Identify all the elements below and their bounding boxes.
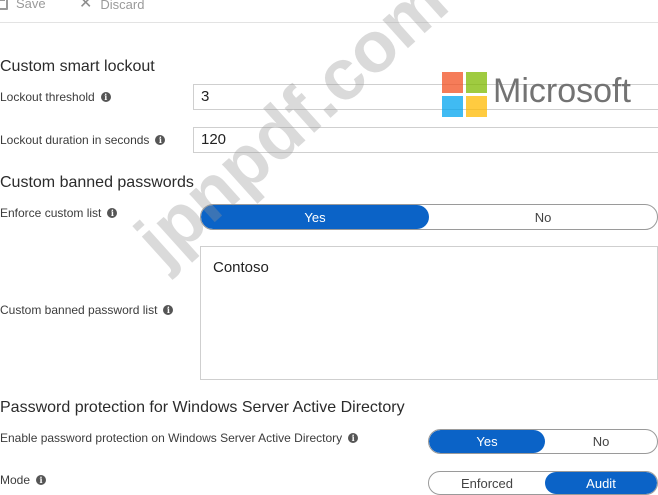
info-icon[interactable]: i <box>163 305 174 315</box>
mode-toggle[interactable]: Enforced Audit <box>428 471 658 495</box>
microsoft-logo-text: Microsoft <box>493 72 631 110</box>
enable-ad-protection-toggle[interactable]: Yes No <box>428 429 658 454</box>
mode-label: Mode i <box>0 473 47 487</box>
lockout-threshold-text: Lockout threshold <box>0 90 95 104</box>
mode-enforced-option[interactable]: Enforced <box>429 472 545 494</box>
enable-yes-option[interactable]: Yes <box>429 430 545 453</box>
banned-password-list-textarea[interactable]: Contoso <box>200 246 658 380</box>
logo-square-yellow <box>466 96 487 117</box>
enforce-custom-list-text: Enforce custom list <box>0 206 102 220</box>
logo-square-green <box>466 72 487 93</box>
mode-audit-option[interactable]: Audit <box>545 472 657 494</box>
enable-no-option[interactable]: No <box>545 430 657 453</box>
info-icon[interactable]: i <box>36 475 47 485</box>
info-icon[interactable]: i <box>155 135 166 145</box>
enforce-custom-list-label: Enforce custom list i <box>0 206 118 220</box>
lockout-duration-text: Lockout duration in seconds <box>0 133 150 147</box>
save-button[interactable]: Save <box>0 0 46 11</box>
toolbar-divider <box>0 22 658 23</box>
lockout-threshold-label: Lockout threshold i <box>0 90 111 104</box>
section-heading-ad-protection: Password protection for Windows Server A… <box>0 399 405 416</box>
banned-password-list-label: Custom banned password list i <box>0 303 174 317</box>
enable-ad-protection-label: Enable password protection on Windows Se… <box>0 431 359 445</box>
enforce-custom-list-toggle[interactable]: Yes No <box>200 204 658 230</box>
logo-square-blue <box>442 96 463 117</box>
save-icon <box>0 0 8 10</box>
discard-label: Discard <box>100 0 145 12</box>
section-heading-banned-passwords: Custom banned passwords <box>0 174 194 191</box>
info-icon[interactable]: i <box>107 208 118 218</box>
discard-button[interactable]: ✕ Discard <box>79 0 144 12</box>
lockout-duration-label: Lockout duration in seconds i <box>0 133 166 147</box>
enforce-no-option[interactable]: No <box>429 205 657 229</box>
enforce-yes-option[interactable]: Yes <box>201 205 429 229</box>
microsoft-logo-icon <box>442 72 487 117</box>
logo-square-red <box>442 72 463 93</box>
lockout-duration-input[interactable]: 120 <box>193 127 658 153</box>
enable-ad-protection-text: Enable password protection on Windows Se… <box>0 431 343 445</box>
mode-text: Mode <box>0 473 31 487</box>
info-icon[interactable]: i <box>348 433 359 443</box>
save-label: Save <box>16 0 46 11</box>
close-icon: ✕ <box>79 0 93 12</box>
banned-password-list-text: Custom banned password list <box>0 303 158 317</box>
section-heading-smart-lockout: Custom smart lockout <box>0 58 155 75</box>
info-icon[interactable]: i <box>100 92 111 102</box>
